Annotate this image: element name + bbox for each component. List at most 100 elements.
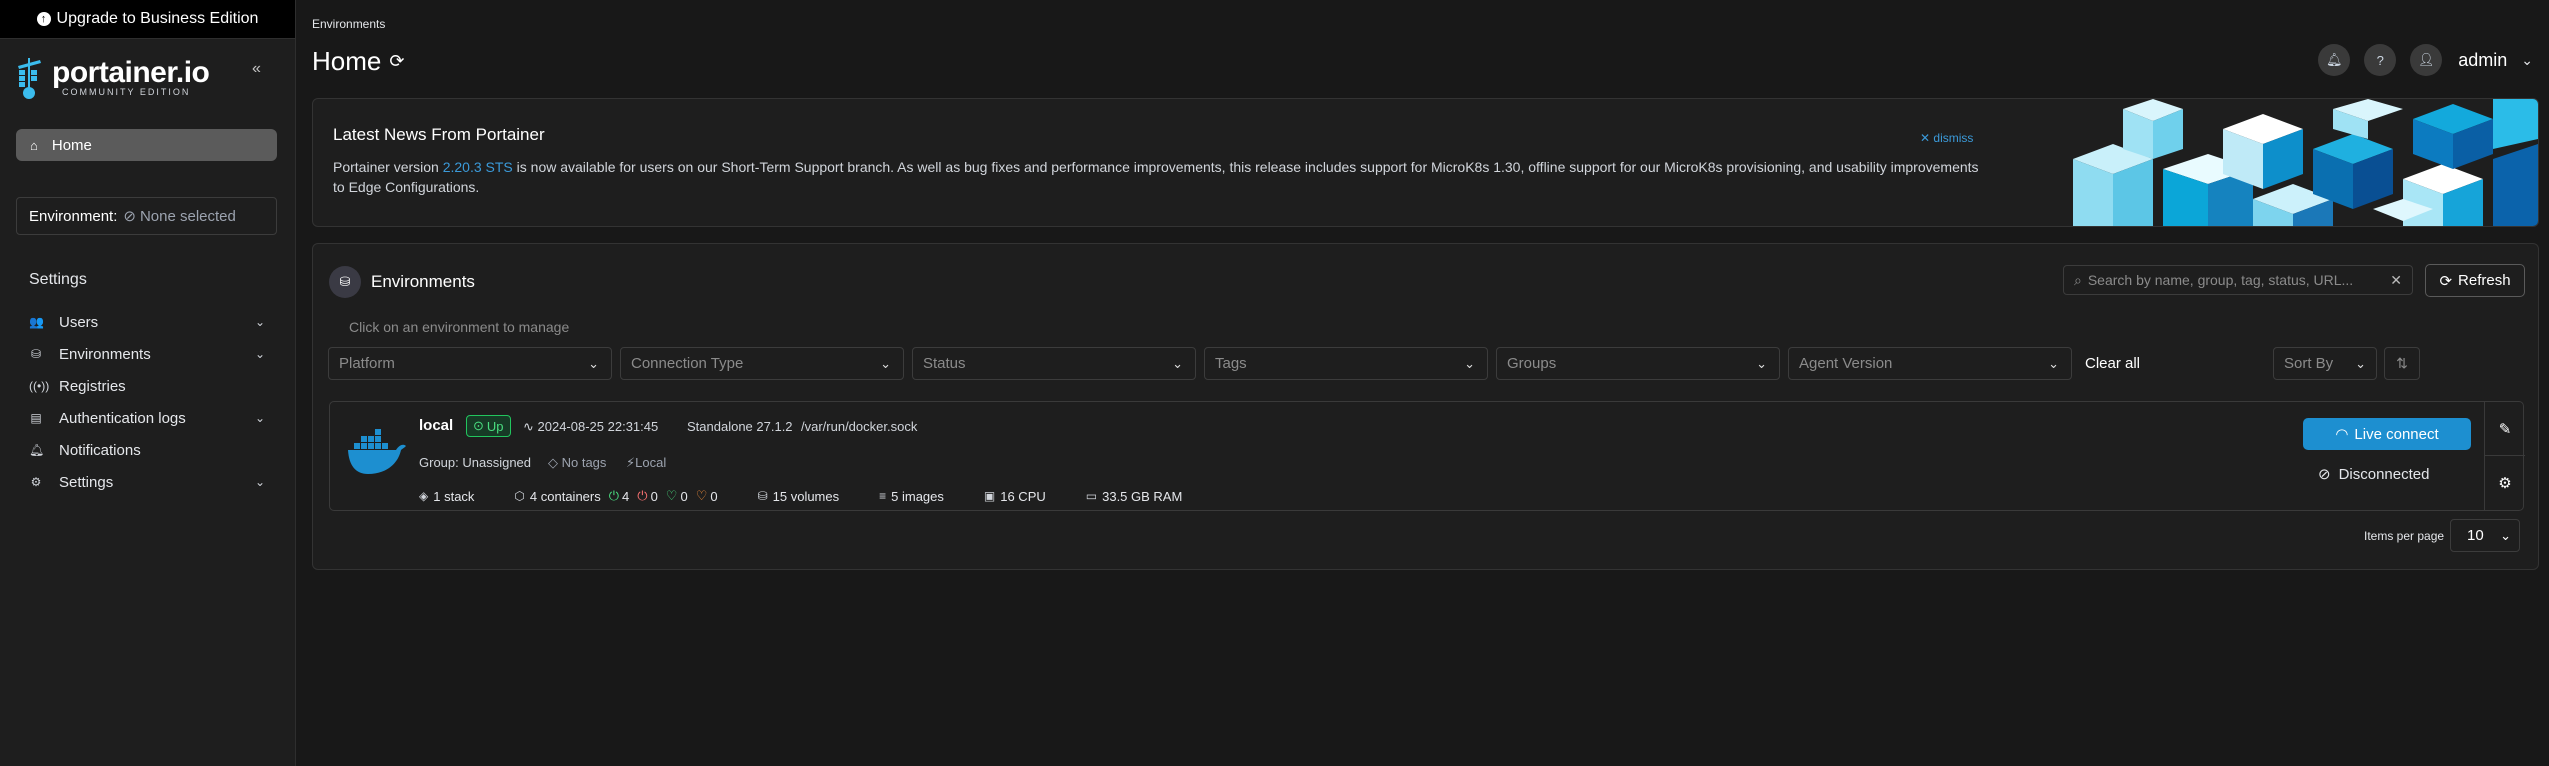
sidebar-item-settings[interactable]: ⚙ Settings ⌄: [29, 466, 265, 498]
memory-icon: ▭: [1085, 489, 1098, 503]
breadcrumb[interactable]: Environments: [312, 17, 385, 31]
live-connect-button[interactable]: ◠ Live connect: [2303, 418, 2471, 450]
upgrade-label: Upgrade to Business Edition: [56, 10, 259, 27]
dismiss-button[interactable]: ✕ dismiss: [1920, 131, 1973, 145]
chevron-down-icon[interactable]: ⌄: [2521, 52, 2533, 69]
notifications-bell-icon[interactable]: 🔔︎: [2318, 44, 2351, 76]
environments-panel: ⛁ Environments ⌕ Search by name, group, …: [312, 243, 2539, 570]
tag-icon: ◇: [548, 455, 562, 470]
bell-icon: 🔔︎: [29, 443, 45, 457]
clear-all-button[interactable]: Clear all: [2085, 355, 2140, 372]
logo-subtitle: COMMUNITY EDITION: [62, 87, 191, 97]
collapse-sidebar-icon[interactable]: «: [252, 61, 268, 78]
search-input[interactable]: ⌕ Search by name, group, tag, status, UR…: [2063, 265, 2413, 295]
file-icon: ▤: [30, 411, 42, 425]
status-label: Up: [486, 418, 504, 434]
environment-tags: ◇ No tags: [548, 455, 606, 471]
refresh-button[interactable]: ⟳ Refresh: [2425, 264, 2525, 297]
filter-groups[interactable]: Groups ⌄: [1496, 347, 1780, 380]
connection-label: Disconnected: [2338, 465, 2430, 483]
wifi-icon: ◠: [2335, 426, 2349, 443]
chevron-down-icon: ⌄: [880, 355, 891, 371]
filter-tags[interactable]: Tags ⌄: [1204, 347, 1488, 380]
environment-row[interactable]: local ⊙ Up ∿ 2024-08-25 22:31:45 Standal…: [329, 401, 2525, 511]
sidebar-item-registries[interactable]: ((•)) Registries: [29, 370, 265, 402]
sort-by-select[interactable]: Sort By ⌄: [2273, 347, 2377, 380]
environment-type: Standalone 27.1.2: [687, 419, 793, 434]
heartbeat-timestamp: ∿ 2024-08-25 22:31:45: [523, 419, 658, 435]
chevron-down-icon: ⌄: [2048, 355, 2059, 371]
filter-label: Platform: [339, 355, 395, 372]
filter-agent-version[interactable]: Agent Version ⌄: [1788, 347, 2072, 380]
close-icon: ✕: [1920, 131, 1934, 145]
sort-direction-button[interactable]: ⇅: [2384, 347, 2420, 380]
news-body-after: is now available for users on our Short-…: [333, 159, 1979, 195]
refresh-icon: ⟳: [2439, 272, 2453, 290]
items-per-page-value: 10: [2467, 527, 2484, 544]
sidebar-item-label: Users: [59, 313, 99, 331]
chevron-down-icon: ⌄: [254, 475, 265, 489]
portainer-logo-icon: [18, 58, 41, 99]
chevron-down-icon: ⌄: [1464, 355, 1475, 371]
user-name[interactable]: admin: [2458, 50, 2507, 71]
sidebar-item-environments[interactable]: ⛁ Environments ⌄: [29, 338, 265, 370]
chevron-down-icon: ⌄: [2355, 355, 2366, 371]
row-actions: ✎ ⚙: [2484, 402, 2525, 510]
filter-connection-type[interactable]: Connection Type ⌄: [620, 347, 904, 380]
sidebar-item-label: Settings: [59, 473, 114, 491]
chevron-down-icon: ⌄: [254, 411, 265, 425]
filter-platform[interactable]: Platform ⌄: [328, 347, 612, 380]
chevron-down-icon: ⌄: [588, 355, 599, 371]
activity-icon: ∿: [523, 419, 538, 434]
environments-hint: Click on an environment to manage: [349, 319, 570, 335]
avatar[interactable]: 👤︎: [2410, 44, 2443, 76]
layers-icon: ◈: [419, 489, 429, 503]
sidebar-item-label: Environments: [59, 345, 151, 363]
cpu-icon: ▣: [983, 489, 996, 503]
stopped-count: 0: [650, 488, 658, 504]
sidebar-item-notifications[interactable]: 🔔︎ Notifications: [29, 434, 265, 466]
box-icon: ⬡: [514, 489, 525, 503]
sidebar-item-home[interactable]: ⌂ Home: [16, 129, 277, 161]
sidebar-item-label: Home: [51, 136, 92, 154]
search-icon: ⌕: [2074, 271, 2082, 288]
news-cubes-illustration: [2073, 99, 2538, 226]
stat-value: 33.5 GB RAM: [1102, 488, 1183, 504]
stat-containers: ⬡ 4 containers ⏻ 4 ⏻ 0 ♡ 0 ♡ 0: [514, 488, 717, 504]
filter-status[interactable]: Status ⌄: [912, 347, 1196, 380]
portainer-logo[interactable]: portainer.io COMMUNITY EDITION: [16, 56, 210, 100]
sort-arrows-icon: ⇅: [2396, 355, 2408, 371]
items-per-page-label: Items per page: [2364, 529, 2445, 543]
stat-value: 15 volumes: [772, 488, 840, 504]
news-body: Portainer version 2.20.3 STS is now avai…: [333, 157, 1993, 197]
unhealthy-count: 0: [710, 488, 718, 504]
sort-by-label: Sort By: [2284, 355, 2334, 372]
environments-header: ⛁ Environments: [329, 266, 475, 298]
filter-label: Tags: [1215, 355, 1247, 372]
healthy-count: 0: [680, 488, 688, 504]
status-badge: ⊙ Up: [466, 415, 511, 437]
items-per-page-select[interactable]: 10 ⌄: [2450, 519, 2520, 552]
news-version-link[interactable]: 2.20.3 STS: [443, 159, 513, 175]
filter-label: Groups: [1507, 355, 1557, 372]
environment-group: Group: Unassigned: [419, 455, 532, 470]
sidebar-item-label: Authentication logs: [59, 409, 186, 427]
sidebar-item-authentication-logs[interactable]: ▤ Authentication logs ⌄: [29, 402, 265, 434]
chevron-down-icon: ⌄: [1172, 355, 1183, 371]
environment-selector[interactable]: Environment: ⊘ None selected: [16, 197, 277, 235]
clear-search-icon[interactable]: ✕: [2390, 272, 2402, 289]
sidebar-item-users[interactable]: 👥 Users ⌄: [29, 306, 265, 338]
refresh-icon[interactable]: ⟳: [389, 51, 404, 72]
environment-name: local: [419, 417, 454, 434]
news-body-before: Portainer version: [333, 159, 443, 175]
tags-value: No tags: [561, 455, 607, 470]
edit-pencil-icon[interactable]: ✎: [2485, 402, 2525, 456]
chevron-down-icon: ⌄: [254, 347, 265, 361]
sidebar-item-label: Notifications: [59, 441, 141, 459]
environment-url: /var/run/docker.sock: [801, 419, 918, 434]
stat-value: 16 CPU: [1000, 488, 1046, 504]
upgrade-banner[interactable]: ↑ Upgrade to Business Edition: [0, 0, 295, 39]
sidebar: ↑ Upgrade to Business Edition portainer.…: [0, 0, 296, 766]
help-icon[interactable]: ?: [2364, 44, 2397, 76]
gear-icon[interactable]: ⚙: [2485, 456, 2525, 510]
